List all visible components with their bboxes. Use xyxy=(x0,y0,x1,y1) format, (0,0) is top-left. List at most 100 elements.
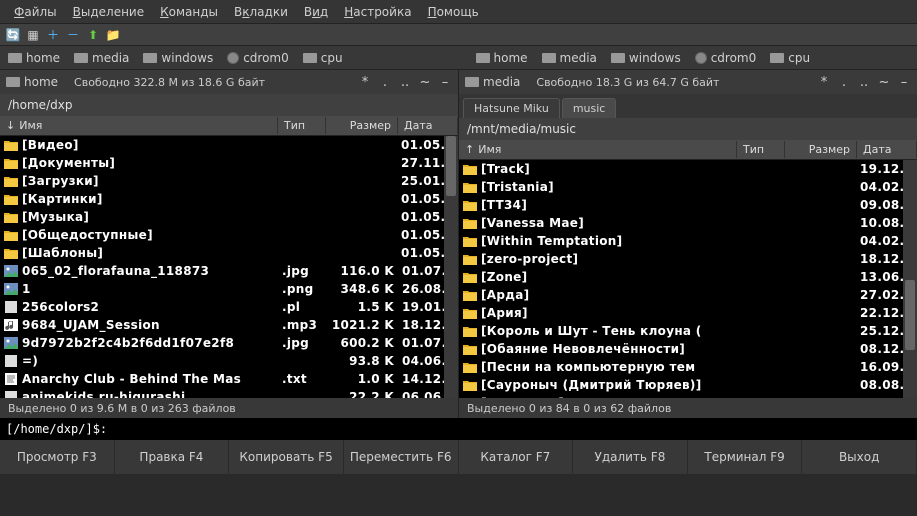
scroll-thumb[interactable] xyxy=(905,280,915,350)
file-row[interactable]: [Песни на компьютерную тем16.09.0 xyxy=(459,358,917,376)
nav-shortcut[interactable]: ~ xyxy=(877,75,891,90)
audio-icon xyxy=(4,319,18,331)
menu-выделение[interactable]: Выделение xyxy=(65,2,152,22)
device-cdrom0[interactable]: cdrom0 xyxy=(695,51,757,65)
file-row[interactable]: 9684_UJAM_Session.mp31021.2 K18.12.1 xyxy=(0,316,458,334)
menu-команды[interactable]: Команды xyxy=(152,2,226,22)
col-type[interactable]: Тип xyxy=(737,141,785,158)
fn-переместить[interactable]: Переместить F6 xyxy=(344,440,459,474)
device-home[interactable]: home xyxy=(8,51,60,65)
device-media[interactable]: media xyxy=(542,51,597,65)
col-type[interactable]: Тип xyxy=(278,117,326,134)
file-row[interactable]: [TT34]09.08.1 xyxy=(459,196,917,214)
file-row[interactable]: [Документы]27.11.1 xyxy=(0,154,458,172)
fn-удалить[interactable]: Удалить F8 xyxy=(573,440,688,474)
file-row[interactable]: [Арда]27.02.1 xyxy=(459,286,917,304)
file-row[interactable]: 9d7972b2f2c4b2f6dd1f07e2f8.jpg600.2 K01.… xyxy=(0,334,458,352)
device-windows[interactable]: windows xyxy=(143,51,213,65)
device-home[interactable]: home xyxy=(476,51,528,65)
file-row[interactable]: [Vanessa Mae]10.08.1 xyxy=(459,214,917,232)
nav-shortcut[interactable]: – xyxy=(438,75,452,90)
col-date[interactable]: Дата xyxy=(398,117,458,134)
fn-копировать[interactable]: Копировать F5 xyxy=(229,440,344,474)
file-row[interactable]: [Король и Шут - Тень клоуна (25.12.0 xyxy=(459,322,917,340)
path-bar[interactable]: /home/dxp xyxy=(0,94,458,116)
nav-shortcut[interactable]: .. xyxy=(398,75,412,90)
scrollbar[interactable] xyxy=(444,136,458,398)
fn-каталог[interactable]: Каталог F7 xyxy=(459,440,574,474)
col-name[interactable]: ↓Имя xyxy=(0,117,278,134)
file-row[interactable]: [Tristania]04.02.0 xyxy=(459,178,917,196)
file-list[interactable]: [Track]19.12.0[Tristania]04.02.0[TT34]09… xyxy=(459,160,917,398)
image-icon xyxy=(4,265,18,277)
file-row[interactable]: [Track]19.12.0 xyxy=(459,160,917,178)
command-line[interactable]: [/home/dxp/]$: xyxy=(0,418,917,440)
folder-icon[interactable]: 📁 xyxy=(104,26,122,44)
col-name[interactable]: ↑Имя xyxy=(459,141,737,158)
menu-помощь[interactable]: Помощь xyxy=(420,2,487,22)
fn-выход[interactable]: Выход xyxy=(802,440,917,474)
up-arrow-icon[interactable]: ⬆ xyxy=(84,26,102,44)
file-row[interactable]: [Загрузки]25.01.1 xyxy=(0,172,458,190)
grid-icon[interactable]: ▦ xyxy=(24,26,42,44)
file-row[interactable]: [Видео]01.05.0 xyxy=(0,136,458,154)
fn-просмотр[interactable]: Просмотр F3 xyxy=(0,440,115,474)
file-row[interactable]: [Общедоступные]01.05.0 xyxy=(0,226,458,244)
file-size: 1021.2 K xyxy=(326,318,398,332)
file-row[interactable]: [Ария]22.12.0 xyxy=(459,304,917,322)
file-row[interactable]: [Zone]13.06.0 xyxy=(459,268,917,286)
menu-файлы[interactable]: Файлы xyxy=(6,2,65,22)
file-row[interactable]: [Обаяние Невовлечённости]08.12.1 xyxy=(459,340,917,358)
file-row[interactable]: [zero-project]18.12.0 xyxy=(459,250,917,268)
file-row[interactable]: 065_02_florafauna_118873.jpg116.0 K01.07… xyxy=(0,262,458,280)
file-row[interactable]: [Шаблоны]01.05.0 xyxy=(0,244,458,262)
col-size[interactable]: Размер xyxy=(785,141,857,158)
scrollbar[interactable] xyxy=(903,160,917,398)
nav-shortcut[interactable]: . xyxy=(837,75,851,90)
tab-hatsune-miku[interactable]: Hatsune Miku xyxy=(463,98,560,118)
scroll-thumb[interactable] xyxy=(446,136,456,196)
col-date[interactable]: Дата xyxy=(857,141,917,158)
file-name: [Zone] xyxy=(481,270,527,284)
col-size[interactable]: Размер xyxy=(326,117,398,134)
device-media[interactable]: media xyxy=(74,51,129,65)
nav-shortcut[interactable]: .. xyxy=(857,75,871,90)
plus-icon[interactable]: ＋ xyxy=(44,26,62,44)
menu-вкладки[interactable]: Вкладки xyxy=(226,2,296,22)
fn-правка[interactable]: Правка F4 xyxy=(115,440,230,474)
file-row[interactable]: [Эпидемия]27.10.1 xyxy=(459,394,917,398)
file-row[interactable]: 256colors2.pl1.5 K19.01.0 xyxy=(0,298,458,316)
device-label: cpu xyxy=(321,51,343,65)
nav-shortcut[interactable]: ~ xyxy=(418,75,432,90)
device-cdrom0[interactable]: cdrom0 xyxy=(227,51,289,65)
nav-shortcut[interactable]: * xyxy=(358,75,372,90)
panel-device[interactable]: media xyxy=(465,75,520,89)
file-row[interactable]: animekids.ru-higurashi22.2 K06.06.1 xyxy=(0,388,458,398)
file-row[interactable]: =)93.8 K04.06.0 xyxy=(0,352,458,370)
nav-shortcut[interactable]: . xyxy=(378,75,392,90)
file-row[interactable]: 1.png348.6 K26.08.0 xyxy=(0,280,458,298)
path-bar[interactable]: /mnt/media/music xyxy=(459,118,917,140)
nav-shortcut[interactable]: – xyxy=(897,75,911,90)
panel-device[interactable]: home xyxy=(6,75,58,89)
device-windows[interactable]: windows xyxy=(611,51,681,65)
file-row[interactable]: Anarchy Club - Behind The Mas.txt1.0 K14… xyxy=(0,370,458,388)
device-cpu[interactable]: cpu xyxy=(303,51,343,65)
device-label: windows xyxy=(629,51,681,65)
menu-настройка[interactable]: Настройка xyxy=(336,2,419,22)
minus-icon[interactable]: － xyxy=(64,26,82,44)
file-list[interactable]: [Видео]01.05.0[Документы]27.11.1[Загрузк… xyxy=(0,136,458,398)
tab-music[interactable]: music xyxy=(562,98,617,118)
refresh-icon[interactable]: 🔄 xyxy=(4,26,22,44)
file-name: [Король и Шут - Тень клоуна ( xyxy=(481,324,702,338)
file-row[interactable]: [Сауроныч (Дмитрий Тюряев)]08.08.1 xyxy=(459,376,917,394)
file-row[interactable]: [Within Temptation]04.02.0 xyxy=(459,232,917,250)
folder-icon xyxy=(463,343,477,355)
file-row[interactable]: [Картинки]01.05.0 xyxy=(0,190,458,208)
file-name: [Картинки] xyxy=(22,192,103,206)
device-cpu[interactable]: cpu xyxy=(770,51,810,65)
menu-вид[interactable]: Вид xyxy=(296,2,336,22)
file-row[interactable]: [Музыка]01.05.0 xyxy=(0,208,458,226)
nav-shortcut[interactable]: * xyxy=(817,75,831,90)
fn-терминал[interactable]: Терминал F9 xyxy=(688,440,803,474)
